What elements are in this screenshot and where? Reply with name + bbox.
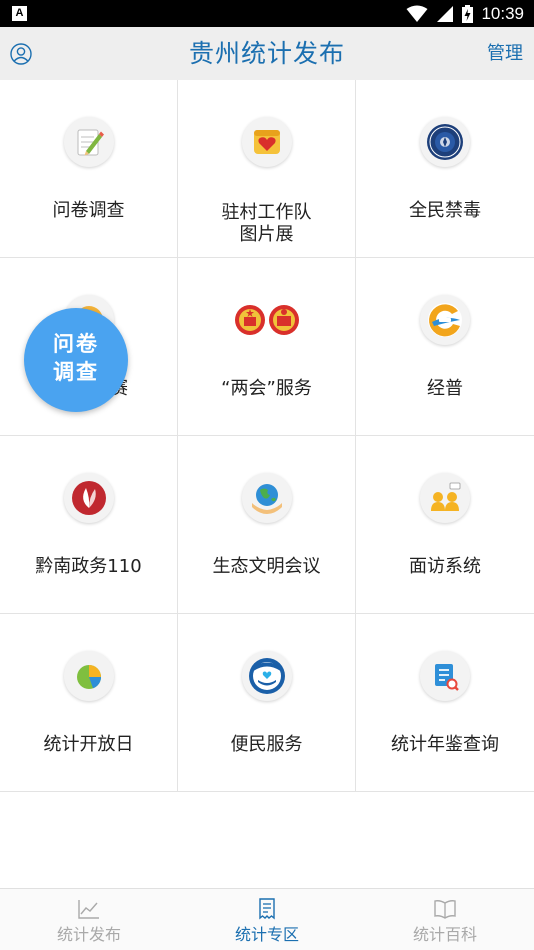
receipt-icon <box>259 898 275 920</box>
grid-item-convenience-service[interactable]: 便民服务 <box>178 614 356 791</box>
questionnaire-float-button[interactable]: 问卷 调查 <box>24 308 128 412</box>
signal-icon <box>437 5 454 22</box>
grid-item-label: “两会”服务 <box>221 378 312 399</box>
tab-stats-zone[interactable]: 统计专区 <box>178 889 356 950</box>
battery-icon <box>462 4 474 23</box>
anti-drug-emblem-icon <box>420 117 470 167</box>
grid-item-anti-drug[interactable]: 全民禁毒 <box>356 80 534 257</box>
grid-item-label: 黔南政务110 <box>35 556 142 577</box>
grid-item-stats-open-day[interactable]: 统计开放日 <box>0 614 178 791</box>
leaf-emblem-icon <box>64 473 114 523</box>
grid-item-label-text: 驻村工作队 图片展 <box>221 202 312 245</box>
grid-item-label: 统计年鉴查询 <box>391 734 499 755</box>
app-notification-icon: A <box>12 6 27 21</box>
grid-item-label: 便民服务 <box>230 734 303 755</box>
tab-label: 统计发布 <box>56 925 121 944</box>
census-logo-icon <box>420 295 470 345</box>
manage-button[interactable]: 管理 <box>487 27 523 80</box>
service-badge-icon <box>242 651 292 701</box>
document-search-icon <box>420 651 470 701</box>
grid-row: 统计开放日 便民服务 统计年鉴查询 <box>0 614 534 792</box>
grid-row: 黔南政务110 生态文明会议 面访系统 <box>0 436 534 614</box>
pencil-icon <box>64 117 114 167</box>
earth-hands-icon <box>242 473 292 523</box>
grid-item-questionnaire[interactable]: 问卷调查 <box>0 80 178 257</box>
status-icons: 10:39 <box>406 0 524 27</box>
grid-item-yearbook-query[interactable]: 统计年鉴查询 <box>356 614 534 791</box>
tab-label: 统计专区 <box>234 925 299 944</box>
wifi-icon <box>406 5 428 22</box>
grid-item-economic-census[interactable]: 经普 <box>356 258 534 435</box>
national-emblem-icon <box>230 295 304 345</box>
heart-icon <box>242 117 292 167</box>
grid-item-two-sessions[interactable]: “两会”服务 <box>178 258 356 435</box>
clock: 10:39 <box>481 3 524 23</box>
open-book-icon <box>434 900 456 919</box>
grid-item-label: 经普 <box>427 378 463 399</box>
grid-item-label: 驻村工作队 图片展 <box>178 202 355 246</box>
tab-stats-encyclopedia[interactable]: 统计百科 <box>356 889 534 950</box>
pie-chart-icon <box>64 651 114 701</box>
bottom-nav: 统计发布 统计专区 统计百科 <box>0 888 534 950</box>
app-screen: A 10:39 贵州统计发布 管理 问卷调查 驻村工作队 图片展 全民禁毒 “两… <box>0 0 534 950</box>
grid-item-label: 全民禁毒 <box>409 200 481 221</box>
grid-item-label: 问卷调查 <box>52 200 125 221</box>
tab-stats-release[interactable]: 统计发布 <box>0 889 178 950</box>
status-bar: A 10:39 <box>0 0 534 27</box>
page-title: 贵州统计发布 <box>188 39 345 68</box>
app-header: 贵州统计发布 管理 <box>0 27 534 80</box>
grid-item-label: 统计开放日 <box>43 734 134 755</box>
feature-grid: 问卷调查 驻村工作队 图片展 全民禁毒 “两会”服务 经普 黔南政务110 生态… <box>0 80 534 792</box>
grid-item-village-team-photos[interactable]: 驻村工作队 图片展 <box>178 80 356 257</box>
fab-label-line1: 问卷 <box>53 332 99 356</box>
grid-item-qiannan-gov-110[interactable]: 黔南政务110 <box>0 436 178 613</box>
grid-item-label: 生态文明会议 <box>212 556 321 577</box>
grid-item-interview-system[interactable]: 面访系统 <box>356 436 534 613</box>
grid-item-label: 面访系统 <box>409 556 481 577</box>
fab-label-line2: 调查 <box>53 360 99 384</box>
grid-item-eco-civilization-conference[interactable]: 生态文明会议 <box>178 436 356 613</box>
tab-label: 统计百科 <box>412 925 477 944</box>
interview-people-icon <box>420 473 470 523</box>
grid-row: 问卷调查 驻村工作队 图片展 全民禁毒 <box>0 80 534 258</box>
line-chart-icon <box>78 900 99 919</box>
